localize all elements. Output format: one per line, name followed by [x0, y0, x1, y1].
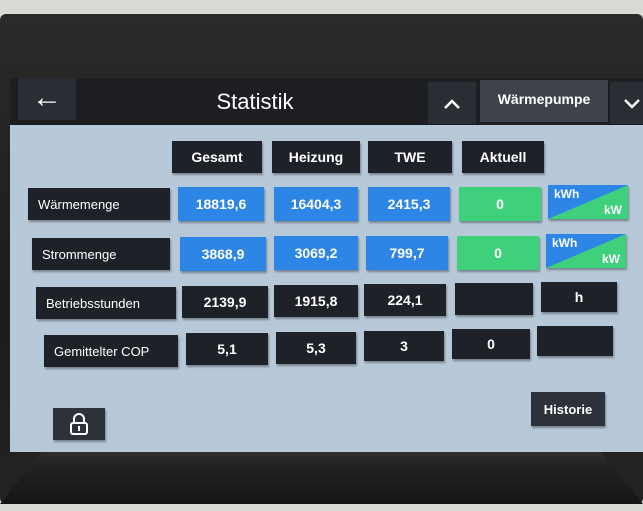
waermemenge-unit-toggle[interactable]: kWh kW [548, 185, 628, 219]
strommenge-gesamt-value: 3868,9 [180, 237, 266, 271]
column-header-heizung: Heizung [272, 141, 360, 173]
betriebsstunden-unit: h [541, 282, 617, 312]
column-header-twe: TWE [368, 141, 452, 173]
column-header-aktuell: Aktuell [462, 141, 544, 173]
scroll-up-button[interactable] [428, 82, 476, 124]
betriebsstunden-gesamt-value: 2139,9 [182, 286, 268, 318]
back-button[interactable]: ← [18, 78, 76, 120]
waermemenge-twe-value: 2415,3 [368, 187, 450, 221]
chevron-up-icon [444, 99, 460, 109]
scroll-down-button[interactable] [610, 82, 643, 124]
waermemenge-heizung-value: 16404,3 [274, 187, 358, 221]
betriebsstunden-heizung-value: 1915,8 [274, 285, 358, 317]
row-label-cop: Gemittelter COP [44, 335, 178, 367]
row-label-strommenge: Strommenge [32, 238, 170, 270]
chevron-down-icon [623, 99, 640, 109]
unit-energy-label: kWh [554, 187, 580, 201]
unit-power-label: kW [604, 203, 622, 217]
row-label-waermemenge: Wärmemenge [28, 188, 170, 220]
lock-button[interactable] [53, 408, 105, 440]
waermemenge-gesamt-value: 18819,6 [178, 187, 264, 221]
cop-heizung-value: 5,3 [276, 332, 356, 364]
tab-waermepumpe[interactable]: Wärmepumpe [480, 80, 608, 122]
cop-unit [537, 326, 613, 356]
strommenge-unit-toggle[interactable]: kWh kW [546, 234, 626, 268]
unit-power-label: kW [602, 252, 620, 266]
betriebsstunden-aktuell-value [455, 283, 533, 315]
strommenge-heizung-value: 3069,2 [274, 236, 358, 270]
cop-aktuell-value: 0 [452, 329, 530, 359]
lock-icon [70, 413, 88, 435]
cop-twe-value: 3 [364, 331, 444, 361]
historie-button[interactable]: Historie [531, 392, 605, 426]
betriebsstunden-twe-value: 224,1 [364, 284, 446, 316]
column-header-gesamt: Gesamt [172, 141, 262, 173]
arrow-left-icon: ← [32, 81, 62, 114]
strommenge-aktuell-value: 0 [457, 236, 539, 270]
top-bar: ← Statistik Wärmepumpe [10, 78, 643, 125]
page-title: Statistik [216, 89, 294, 114]
unit-energy-label: kWh [552, 236, 578, 250]
row-label-betriebsstunden: Betriebsstunden [36, 287, 176, 319]
cop-gesamt-value: 5,1 [186, 333, 268, 365]
strommenge-twe-value: 799,7 [366, 236, 448, 270]
waermemenge-aktuell-value: 0 [459, 187, 541, 221]
